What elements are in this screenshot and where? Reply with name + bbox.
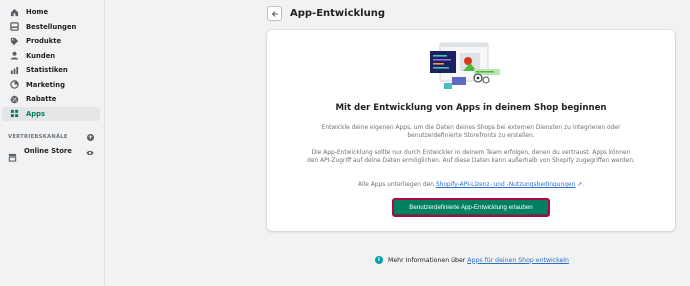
analytics-icon <box>10 66 19 75</box>
main-content: App-Entwicklung Mit der Entwicklung von … <box>105 0 690 286</box>
info-icon: i <box>375 256 383 264</box>
view-eye-icon[interactable] <box>86 142 94 161</box>
sidebar-item-home[interactable]: Home <box>2 5 100 20</box>
sidebar-item-label: Produkte <box>26 37 62 46</box>
sidebar-item-label: Statistiken <box>26 66 68 75</box>
sidebar-item-label: Apps <box>26 109 46 118</box>
sidebar-item-discounts[interactable]: Rabatte <box>2 92 100 107</box>
allow-custom-app-development-button[interactable]: Benutzerdefinierte App-Entwicklung erlau… <box>392 198 550 217</box>
marketing-icon <box>10 80 19 89</box>
tag-icon <box>10 37 19 46</box>
terms-paragraph: Alle Apps unterliegen den Shopify-API-Li… <box>307 181 635 189</box>
sidebar-item-label: Bestellungen <box>26 22 77 31</box>
store-icon <box>8 147 17 162</box>
intro-paragraph: Entwickle deine eigenen Apps, um die Dat… <box>321 125 621 140</box>
sidebar-item-label: Marketing <box>26 80 65 89</box>
sidebar-item-marketing[interactable]: Marketing <box>2 78 100 93</box>
customer-icon <box>10 51 19 60</box>
sidebar-item-label: Home <box>26 8 49 17</box>
back-button[interactable] <box>267 6 282 21</box>
online-store-label: Online Store <box>24 147 72 155</box>
sidebar-item-apps[interactable]: Apps <box>2 106 100 121</box>
page-title: App-Entwicklung <box>290 8 386 19</box>
sidebar-item-online-store[interactable]: Online Store <box>0 142 104 162</box>
terms-link[interactable]: Shopify-API-Lizenz- und -Nutzungsbedingu… <box>436 182 576 188</box>
arrow-left-icon <box>271 10 278 17</box>
terms-suffix: . <box>582 182 585 188</box>
footer-text: Mehr Informationen über <box>388 256 466 264</box>
warning-paragraph: Die App-Entwicklung sollte nur durch Ent… <box>307 150 635 165</box>
sidebar-item-orders[interactable]: Bestellungen <box>2 20 100 35</box>
sidebar-item-label: Rabatte <box>26 95 57 104</box>
add-channel-icon[interactable]: + <box>87 133 94 141</box>
sidebar-item-customers[interactable]: Kunden <box>2 49 100 64</box>
sidebar-item-analytics[interactable]: Statistiken <box>2 63 100 78</box>
app-development-card: Mit der Entwicklung von Apps in deinem S… <box>267 30 675 231</box>
footer-link[interactable]: Apps für deinen Shop entwickeln <box>467 257 569 264</box>
footer-help: i Mehr Informationen über Apps für deine… <box>375 256 569 264</box>
card-title: Mit der Entwicklung von Apps in deinem S… <box>335 103 607 113</box>
sidebar: Home Bestellungen Produkte Kunden Statis… <box>0 0 105 286</box>
orders-icon <box>10 22 19 31</box>
sidebar-item-products[interactable]: Produkte <box>2 34 100 49</box>
sales-channels-label: VERTRIEBSKANÄLE <box>8 134 68 140</box>
terms-prefix: Alle Apps unterliegen den <box>357 182 434 188</box>
sidebar-item-label: Kunden <box>26 51 56 60</box>
app-development-illustration <box>430 42 500 89</box>
discount-icon <box>10 95 19 104</box>
page-header: App-Entwicklung <box>267 6 385 21</box>
apps-icon <box>10 109 19 118</box>
home-icon <box>10 8 19 17</box>
